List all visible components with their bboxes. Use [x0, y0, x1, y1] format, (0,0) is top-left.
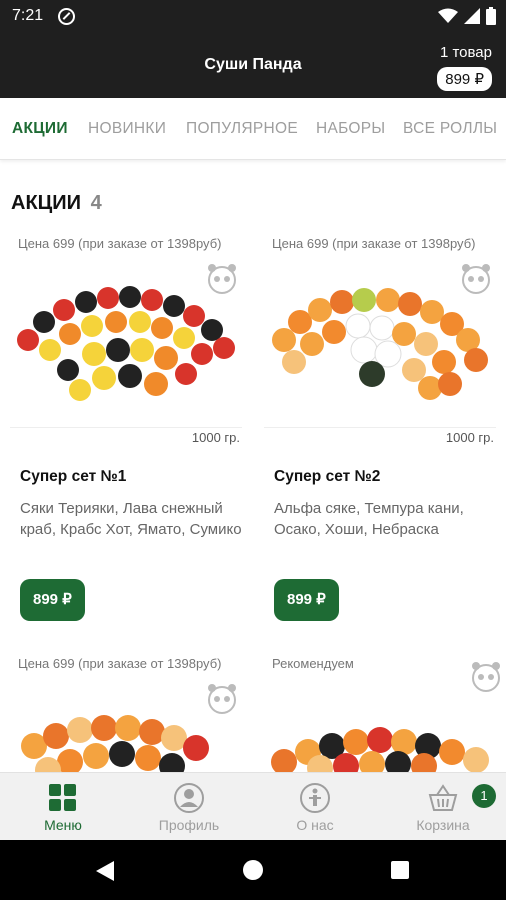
nav-menu-label: Меню — [44, 817, 82, 833]
section-title: АКЦИИ 4 — [11, 192, 102, 215]
product-note: Рекомендуем — [272, 656, 354, 671]
nav-profile-label: Профиль — [158, 817, 220, 833]
status-time: 7:21 — [12, 7, 44, 24]
grid-icon — [49, 784, 76, 811]
product-weight: 1000 гр. — [191, 430, 240, 445]
status-bar: 7:21 — [0, 0, 506, 34]
recents-icon[interactable] — [391, 861, 409, 879]
panda-logo-icon — [472, 662, 500, 692]
nav-cart-label: Корзина — [416, 817, 470, 833]
product-note: Цена 699 (при заказе от 1398руб) — [18, 236, 222, 251]
home-icon[interactable] — [243, 860, 263, 880]
bottom-navigation: Меню Профиль О нас Корзина — [0, 772, 506, 840]
add-to-cart-button[interactable]: 899 ₽ — [274, 579, 339, 621]
product-note: Цена 699 (при заказе от 1398руб) — [18, 656, 222, 671]
panda-logo-icon — [208, 684, 236, 714]
info-icon — [300, 783, 330, 813]
cart-count[interactable]: 1 товар — [440, 44, 492, 61]
product-name[interactable]: Супер сет №1 — [20, 468, 126, 486]
basket-icon — [428, 784, 458, 811]
product-card[interactable]: Цена 699 (при заказе от 1398руб) — [10, 236, 250, 626]
section-count: 4 — [90, 192, 102, 214]
tab-akcii[interactable]: АКЦИИ — [12, 120, 68, 138]
tab-nabory[interactable]: НАБОРЫ — [316, 120, 385, 138]
product-description: Альфа сяке, Темпура кани, Осако, Хоши, Н… — [274, 500, 464, 538]
nav-about[interactable]: О нас — [252, 773, 378, 841]
do-not-disturb-icon — [58, 8, 75, 25]
panda-logo-icon — [462, 264, 490, 294]
nav-menu[interactable]: Меню — [0, 773, 126, 841]
product-description: Сяки Терияки, Лава снежный краб, Крабс Х… — [20, 500, 242, 538]
cart-badge: 1 — [472, 784, 496, 808]
tab-populyarnoe[interactable]: ПОПУЛЯРНОЕ — [186, 120, 298, 138]
profile-icon — [174, 783, 204, 813]
nav-profile[interactable]: Профиль — [126, 773, 252, 841]
product-note: Цена 699 (при заказе от 1398руб) — [272, 236, 476, 251]
nav-about-label: О нас — [296, 817, 334, 833]
section-title-text: АКЦИИ — [11, 192, 82, 214]
product-card[interactable]: Цена 699 (при заказе от 1398руб) — [264, 236, 504, 626]
app-bar: Суши Панда 1 товар 899 ₽ — [0, 34, 506, 98]
signal-icon — [464, 8, 480, 24]
cart-total-badge[interactable]: 899 ₽ — [437, 67, 492, 91]
add-to-cart-button[interactable]: 899 ₽ — [20, 579, 85, 621]
product-weight: 1000 гр. — [445, 430, 494, 445]
product-card[interactable]: Рекомендуем — [264, 656, 504, 772]
tab-vse-rolly[interactable]: ВСЕ РОЛЛЫ — [403, 120, 497, 138]
status-icons — [438, 7, 496, 25]
product-image[interactable] — [264, 670, 496, 772]
app-title: Суши Панда — [204, 56, 302, 73]
back-icon[interactable] — [96, 861, 114, 881]
panda-logo-icon — [208, 264, 236, 294]
battery-icon — [486, 7, 496, 25]
tab-novinki[interactable]: НОВИНКИ — [88, 120, 166, 138]
product-name[interactable]: Супер сет №2 — [274, 468, 380, 486]
wifi-icon — [438, 8, 458, 23]
system-navigation-bar — [0, 840, 506, 900]
product-card[interactable]: Цена 699 (при заказе от 1398руб) — [10, 656, 250, 772]
category-tabs: АКЦИИ НОВИНКИ ПОПУЛЯРНОЕ НАБОРЫ ВСЕ РОЛЛ… — [0, 98, 506, 160]
